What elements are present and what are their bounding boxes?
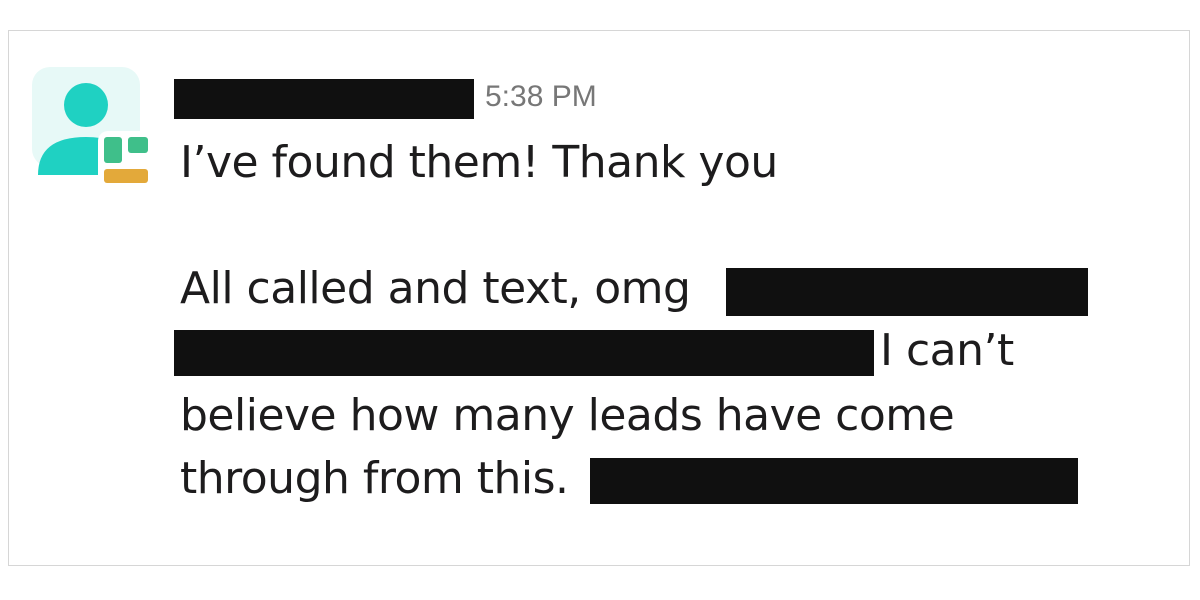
redacted-sender-name (174, 79, 474, 119)
message-line-2: All called and text, omg (180, 263, 691, 314)
message-line-1: I’ve found them! Thank you (180, 137, 778, 188)
redacted-text-2 (174, 330, 874, 376)
app-badge-icon (98, 131, 154, 187)
message-line-4: believe how many leads have come (180, 390, 955, 441)
redacted-text-1 (726, 268, 1088, 316)
message-timestamp[interactable]: 5:38 PM (485, 80, 597, 114)
user-avatar[interactable] (32, 67, 154, 187)
message-line-5: through from this. (180, 453, 569, 504)
redacted-text-3 (590, 458, 1078, 504)
message-line-3: I can’t (880, 325, 1014, 376)
